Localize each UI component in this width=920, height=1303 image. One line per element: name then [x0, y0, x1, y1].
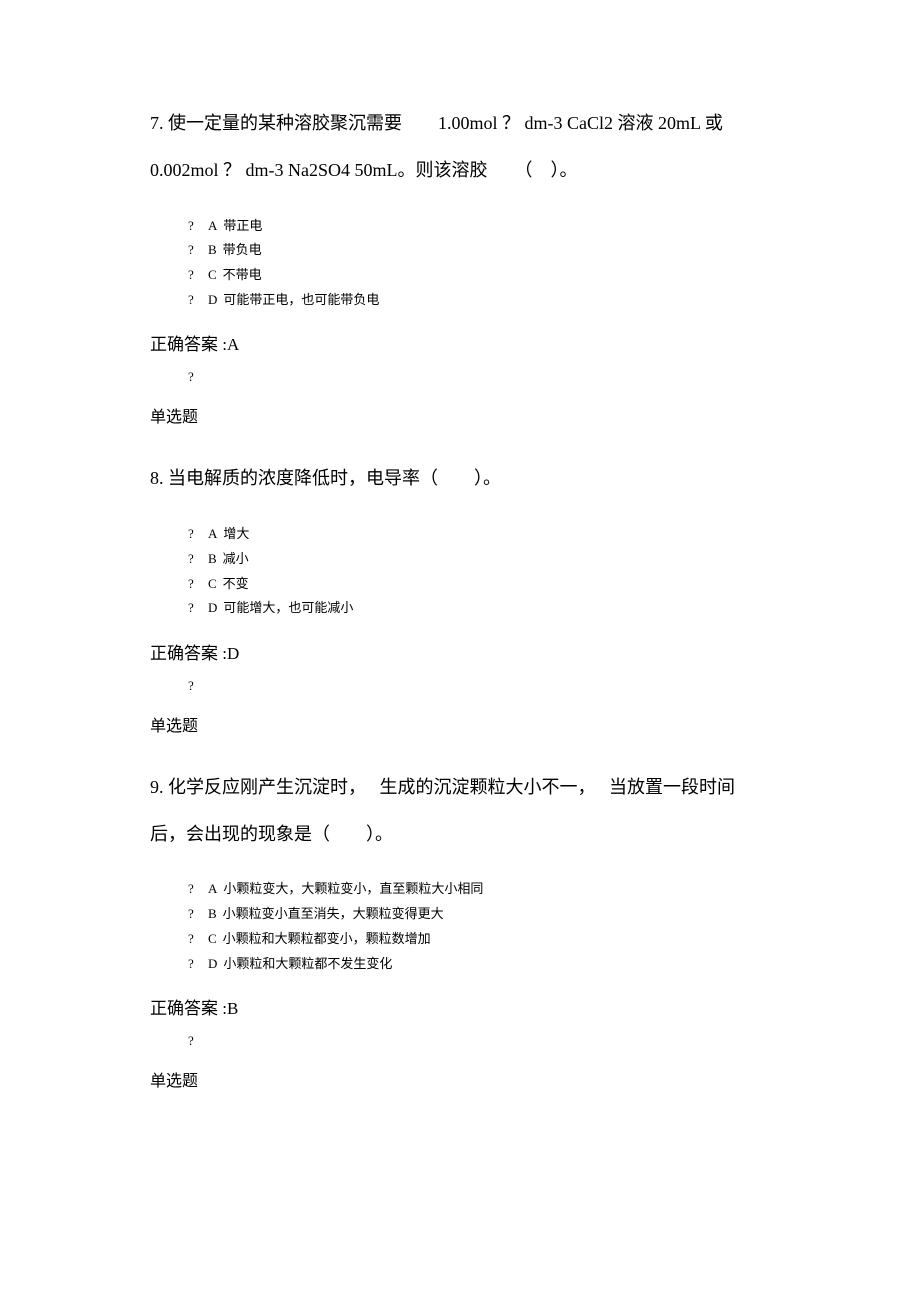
question-9-type: 单选题 [150, 1067, 770, 1091]
option-letter: B [208, 902, 217, 927]
option-9-d: ?D 小颗粒和大颗粒都不发生变化 [188, 952, 770, 977]
bullet-mark: ? [188, 877, 208, 902]
option-7-b: ?B 带负电 [188, 238, 770, 263]
question-9-answer: 正确答案 :B [150, 994, 770, 1019]
bullet-mark: ? [188, 522, 208, 547]
bullet-mark: ? [188, 952, 208, 977]
question-8-options: ?A增大 ?B减小 ?C不变 ?D可能增大，也可能减小 [150, 522, 770, 621]
question-7-answer: 正确答案 :A [150, 330, 770, 355]
option-7-a: ?A 带正电 [188, 214, 770, 239]
bullet-mark: ? [188, 572, 208, 597]
option-8-b: ?B 减小 [188, 547, 770, 572]
option-letter: A [208, 522, 217, 547]
option-letter: D [208, 288, 217, 313]
option-text: 小颗粒变大，大颗粒变小，直至颗粒大小相同 [223, 881, 483, 896]
bullet-mark: ? [188, 263, 208, 288]
bullet-mark: ? [188, 902, 208, 927]
option-text: 增大 [223, 526, 249, 541]
question-8-answer: 正确答案 :D [150, 639, 770, 664]
bullet-mark: ? [188, 596, 208, 621]
option-letter: B [208, 547, 217, 572]
option-7-d: ?D 可能带正电，也可能带负电 [188, 288, 770, 313]
bullet-mark: ? [188, 288, 208, 313]
option-8-d: ?D 可能增大，也可能减小 [188, 596, 770, 621]
option-text: 小颗粒和大颗粒都不发生变化 [223, 956, 392, 971]
question-9-stem: 9. 化学反应刚产生沉淀时， 生成的沉淀颗粒大小不一， 当放置一段时间后，会出现… [150, 764, 770, 858]
question-9-options: ?A小颗粒变大，大颗粒变小，直至颗粒大小相同 ?B小颗粒变小直至消失，大颗粒变得… [150, 877, 770, 976]
option-letter: B [208, 238, 217, 263]
question-8-type: 单选题 [150, 712, 770, 736]
question-7-type: 单选题 [150, 403, 770, 427]
option-9-b: ?B 小颗粒变小直至消失，大颗粒变得更大 [188, 902, 770, 927]
option-text: 带正电 [223, 218, 262, 233]
option-letter: C [208, 927, 217, 952]
option-letter: D [208, 952, 217, 977]
option-8-a: ?A 增大 [188, 522, 770, 547]
option-7-c: ?C 不带电 [188, 263, 770, 288]
option-letter: A [208, 877, 217, 902]
lone-mark: ? [150, 678, 770, 694]
option-8-c: ?C 不变 [188, 572, 770, 597]
option-text: 可能带正电，也可能带负电 [223, 292, 379, 307]
question-7-stem: 7. 使一定量的某种溶胶聚沉需要 1.00mol ？ dm-3 CaCl2 溶液… [150, 100, 770, 194]
option-letter: A [208, 214, 217, 239]
option-letter: C [208, 572, 217, 597]
option-text: 不变 [223, 576, 249, 591]
option-9-a: ?A 小颗粒变大，大颗粒变小，直至颗粒大小相同 [188, 877, 770, 902]
option-text: 小颗粒变小直至消失，大颗粒变得更大 [223, 906, 444, 921]
option-letter: C [208, 263, 217, 288]
question-7-options: ?A带正电 ?B带负电 ?C不带电 ?D可能带正电，也可能带负电 [150, 214, 770, 313]
bullet-mark: ? [188, 547, 208, 572]
option-text: 带负电 [223, 242, 262, 257]
option-9-c: ?C 小颗粒和大颗粒都变小，颗粒数增加 [188, 927, 770, 952]
question-8-stem: 8. 当电解质的浓度降低时，电导率（ ）。 [150, 455, 770, 502]
bullet-mark: ? [188, 927, 208, 952]
lone-mark: ? [150, 1033, 770, 1049]
bullet-mark: ? [188, 214, 208, 239]
option-text: 小颗粒和大颗粒都变小，颗粒数增加 [223, 931, 431, 946]
lone-mark: ? [150, 369, 770, 385]
bullet-mark: ? [188, 238, 208, 263]
option-text: 减小 [223, 551, 249, 566]
option-text: 不带电 [223, 267, 262, 282]
option-letter: D [208, 596, 217, 621]
option-text: 可能增大，也可能减小 [223, 600, 353, 615]
